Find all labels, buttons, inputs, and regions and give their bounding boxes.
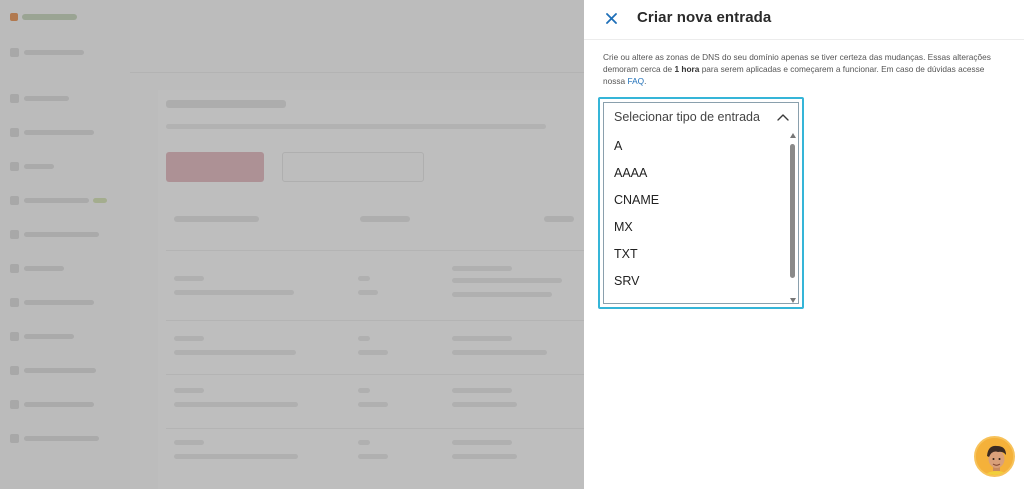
drawer-title: Criar nova entrada [637,9,772,26]
entry-type-select-focus-ring: Selecionar tipo de entrada A AAAA CNAME … [598,97,804,309]
option-cname[interactable]: CNAME [604,187,790,214]
entry-type-options-list: A AAAA CNAME MX TXT SRV [604,133,790,295]
option-aaaa[interactable]: AAAA [604,160,790,187]
select-placeholder: Selecionar tipo de entrada [614,110,760,124]
modal-overlay[interactable] [0,0,584,489]
chevron-up-icon [777,114,789,121]
create-entry-drawer: Criar nova entrada Crie ou altere as zon… [584,0,1024,489]
scroll-down-arrow-icon[interactable] [790,298,796,303]
entry-type-select[interactable]: Selecionar tipo de entrada A AAAA CNAME … [603,102,799,304]
option-mx[interactable]: MX [604,214,790,241]
faq-link[interactable]: FAQ [627,76,644,86]
dns-warning-text: Crie ou altere as zonas de DNS do seu do… [603,51,1008,87]
options-scrollbar[interactable] [788,133,798,303]
close-icon [605,12,617,24]
info-text-bold: 1 hora [674,64,700,74]
drawer-header: Criar nova entrada [584,0,1024,40]
scroll-up-arrow-icon[interactable] [790,133,796,138]
info-text-end: . [644,76,647,86]
close-button[interactable] [602,9,620,27]
scrollbar-thumb[interactable] [790,144,795,278]
option-txt[interactable]: TXT [604,241,790,268]
entry-type-select-trigger[interactable]: Selecionar tipo de entrada [604,103,798,131]
option-a[interactable]: A [604,133,790,160]
option-srv[interactable]: SRV [604,268,790,295]
support-avatar[interactable] [974,436,1015,477]
